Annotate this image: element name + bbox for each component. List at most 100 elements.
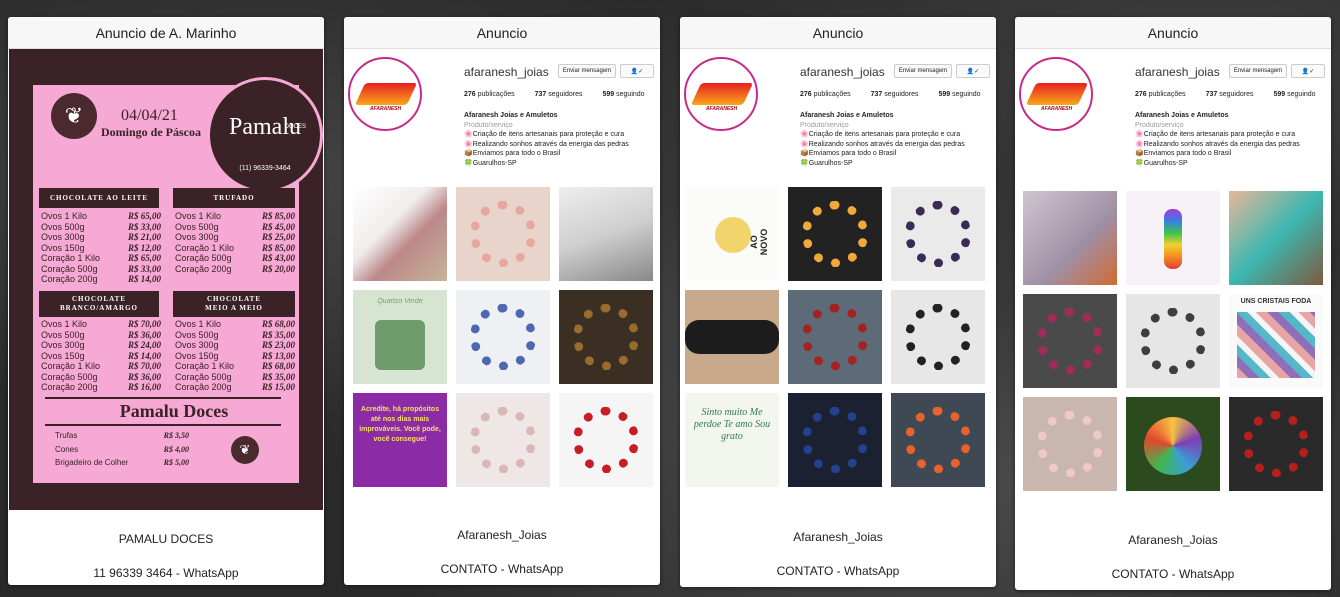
price-list: Ovos 1 Kilo R$ 65,00 Ovos 500g R$ 33,00 Ov… xyxy=(41,211,161,285)
ad-card-afaranesh-3[interactable]: Anuncio AFARANESH afaranesh_joias Enviar… xyxy=(1015,17,1331,590)
card-header: Anuncio xyxy=(344,17,660,49)
card-footer: PAMALU DOCES 11 96339 3464 - WhatsApp xyxy=(8,510,324,580)
post-thumbnail[interactable] xyxy=(788,393,882,487)
profile-bio: Afaranesh Joias e Amuletos Produto/servi… xyxy=(464,112,629,167)
person-check-icon: 👤✓ xyxy=(1301,68,1315,75)
card-header: Anuncio xyxy=(680,17,996,49)
post-thumbnail[interactable] xyxy=(1126,294,1220,388)
brand-sub: DOCES xyxy=(284,124,306,130)
footer-contact[interactable]: CONTATO - WhatsApp xyxy=(680,564,996,578)
person-check-icon: 👤✓ xyxy=(630,68,644,75)
list-item: Ovos 300g R$ 24,00 xyxy=(41,340,161,350)
leaf-logo-icon: ❦ xyxy=(51,93,97,139)
follow-status-button[interactable]: 👤✓ xyxy=(956,64,990,78)
price-list: Ovos 1 Kilo R$ 85,00 Ovos 500g R$ 45,00 Ov… xyxy=(175,211,295,274)
post-thumbnail[interactable] xyxy=(1229,397,1323,491)
section-title: CHOCOLATE BRANCO/AMARGO xyxy=(39,291,159,317)
price-list: Ovos 1 Kilo R$ 70,00 Ovos 500g R$ 36,00 Ov… xyxy=(41,319,161,393)
list-item: Ovos 1 Kilo R$ 65,00 xyxy=(41,211,161,221)
card-header: Anuncio xyxy=(1015,17,1331,49)
posts-count: 276 publicações xyxy=(1135,91,1186,98)
post-thumbnail[interactable]: Quartzo Verde xyxy=(353,290,447,384)
posts-count: 276 publicações xyxy=(800,91,851,98)
card-header: Anuncio de A. Marinho xyxy=(8,17,324,49)
footer-title: PAMALU DOCES xyxy=(118,532,214,546)
brand-phone: (11) 96339-3464 xyxy=(239,165,291,172)
post-thumbnail[interactable] xyxy=(891,393,985,487)
price-list: Ovos 1 Kilo R$ 68,00 Ovos 500g R$ 35,00 Ov… xyxy=(175,319,295,393)
ad-card-afaranesh-2[interactable]: Anuncio AFARANESH afaranesh_joias Enviar… xyxy=(680,17,996,587)
footer-contact[interactable]: CONTATO - WhatsApp xyxy=(344,562,660,576)
list-item: Coração 500g R$ 35,00 xyxy=(175,371,295,382)
follow-status-button[interactable]: 👤✓ xyxy=(1291,64,1325,78)
post-thumbnail[interactable]: Acredite, há propósitos até nos dias mai… xyxy=(353,393,447,487)
list-item: Coração 1 Kilo R$ 65,00 xyxy=(41,253,161,263)
posts-count: 276 publicações xyxy=(464,91,515,98)
menu-image: ❦ 04/04/21 Domingo de Páscoa Pamalu DOCE… xyxy=(9,49,323,510)
post-thumbnail[interactable] xyxy=(1023,294,1117,388)
profile-avatar[interactable]: AFARANESH xyxy=(348,57,422,131)
list-item: Coração 200g R$ 20,00 xyxy=(175,263,295,274)
post-thumbnail[interactable]: UNS CRISTAIS FODA xyxy=(1229,294,1323,388)
instagram-profile-header: AFARANESH afaranesh_joias Enviar mensage… xyxy=(344,49,660,183)
menu-footer-title: Pamalu Doces xyxy=(119,401,229,421)
list-item: Ovos 1 Kilo R$ 70,00 xyxy=(41,319,161,329)
post-thumbnail[interactable] xyxy=(1023,397,1117,491)
list-item: Ovos 150g R$ 12,00 xyxy=(41,242,161,253)
post-thumbnail[interactable] xyxy=(559,290,653,384)
follow-status-button[interactable]: 👤✓ xyxy=(620,64,654,78)
post-grid: AO NOVO Sinto muito Me perdoe Te amo Sou… xyxy=(685,187,985,487)
post-thumbnail[interactable] xyxy=(685,290,779,384)
post-thumbnail[interactable] xyxy=(788,290,882,384)
following-count: 599 seguindo xyxy=(602,91,645,98)
list-item: Trufas R$ 3,50 xyxy=(55,431,189,440)
list-item: Brigadeiro de Colher R$ 5,00 xyxy=(55,458,189,467)
leaf-logo-icon: ❦ xyxy=(231,436,259,464)
post-thumbnail[interactable] xyxy=(456,187,550,281)
following-count: 599 seguindo xyxy=(938,91,981,98)
post-grid: Quartzo Verde Acredite, há propósitos at… xyxy=(353,187,653,487)
list-item: Coração 500g R$ 36,00 xyxy=(41,371,161,382)
post-thumbnail[interactable] xyxy=(1126,397,1220,491)
list-item: Ovos 300g R$ 23,00 xyxy=(175,340,295,350)
list-item: Ovos 500g R$ 36,00 xyxy=(41,329,161,340)
send-message-button[interactable]: Enviar mensagem xyxy=(1229,64,1287,78)
post-thumbnail[interactable]: AO NOVO xyxy=(685,187,779,281)
list-item: Coração 200g R$ 16,00 xyxy=(41,382,161,392)
profile-avatar[interactable]: AFARANESH xyxy=(1019,57,1093,131)
footer-contact[interactable]: 11 96339 3464 - WhatsApp xyxy=(8,566,324,580)
card-footer: Afaranesh_Joias CONTATO - WhatsApp xyxy=(344,506,660,576)
list-item: Coração 500g R$ 33,00 xyxy=(41,263,161,274)
post-thumbnail[interactable] xyxy=(891,290,985,384)
send-message-button[interactable]: Enviar mensagem xyxy=(894,64,952,78)
profile-stats: 276 publicações 737 seguidores 599 segui… xyxy=(1135,91,1316,98)
post-thumbnail[interactable] xyxy=(559,393,653,487)
post-thumbnail[interactable] xyxy=(788,187,882,281)
post-thumbnail[interactable] xyxy=(456,393,550,487)
post-thumbnail[interactable] xyxy=(456,290,550,384)
menu-day: Domingo de Páscoa xyxy=(101,125,201,139)
ad-card-pamalu[interactable]: Anuncio de A. Marinho ❦ 04/04/21 Domingo… xyxy=(8,17,324,585)
post-thumbnail[interactable] xyxy=(559,187,653,281)
divider xyxy=(45,397,281,399)
card-footer: Afaranesh_Joias CONTATO - WhatsApp xyxy=(680,508,996,578)
ad-card-afaranesh-1[interactable]: Anuncio AFARANESH afaranesh_joias Enviar… xyxy=(344,17,660,585)
followers-count: 737 seguidores xyxy=(1205,91,1254,98)
footer-contact[interactable]: CONTATO - WhatsApp xyxy=(1015,567,1331,581)
post-thumbnail[interactable] xyxy=(1229,191,1323,285)
profile-username: afaranesh_joias xyxy=(1135,65,1220,79)
extras-list: Trufas R$ 3,50 Cones R$ 4,00 Brigadeiro de… xyxy=(55,431,189,472)
post-thumbnail[interactable] xyxy=(1126,191,1220,285)
post-thumbnail[interactable] xyxy=(891,187,985,281)
list-item: Ovos 150g R$ 14,00 xyxy=(41,350,161,361)
instagram-profile-header: AFARANESH afaranesh_joias Enviar mensage… xyxy=(680,49,996,183)
section-title: TRUFADO xyxy=(173,188,295,208)
send-message-button[interactable]: Enviar mensagem xyxy=(558,64,616,78)
post-thumbnail[interactable]: Sinto muito Me perdoe Te amo Sou grato xyxy=(685,393,779,487)
person-check-icon: 👤✓ xyxy=(966,68,980,75)
post-thumbnail[interactable] xyxy=(353,187,447,281)
profile-avatar[interactable]: AFARANESH xyxy=(684,57,758,131)
post-thumbnail[interactable] xyxy=(1023,191,1117,285)
brand-badge: Pamalu DOCES (11) 96339-3464 xyxy=(207,77,323,193)
profile-username: afaranesh_joias xyxy=(800,65,885,79)
